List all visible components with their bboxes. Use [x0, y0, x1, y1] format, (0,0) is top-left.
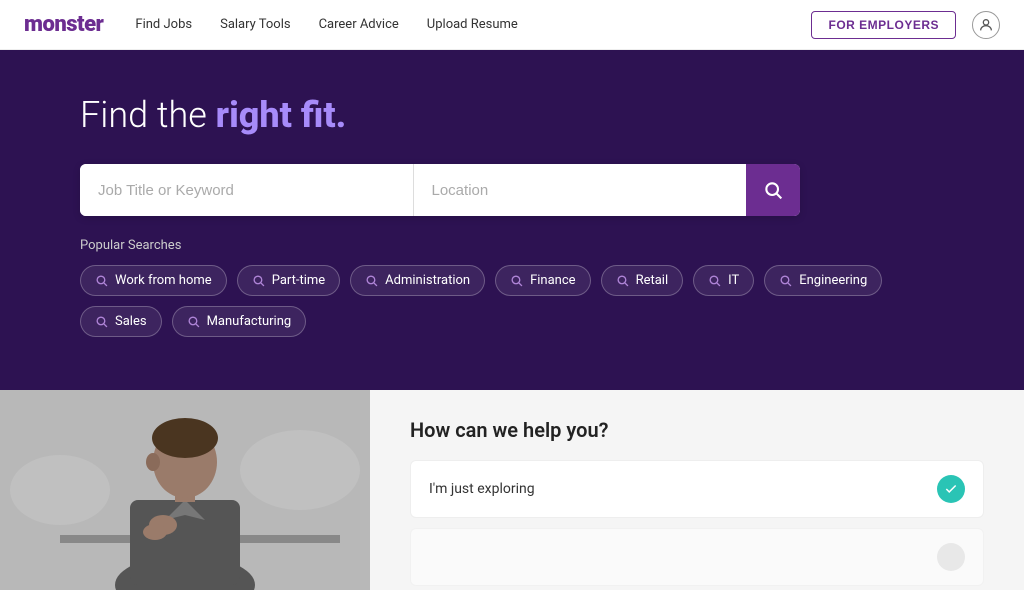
popular-tag[interactable]: Finance [495, 265, 590, 296]
tag-search-icon [365, 274, 378, 287]
popular-tag-label: Sales [115, 314, 147, 329]
tag-search-icon [510, 274, 523, 287]
popular-tag[interactable]: Work from home [80, 265, 227, 296]
popular-tag-label: Engineering [799, 273, 867, 288]
nav-salary-tools[interactable]: Salary Tools [220, 17, 291, 32]
brand-logo[interactable]: monster [24, 12, 103, 37]
for-employers-button[interactable]: FOR EMPLOYERS [811, 11, 956, 39]
popular-tags-container: Work from home Part-time Administration … [80, 265, 944, 337]
tag-search-icon [616, 274, 629, 287]
popular-tag[interactable]: Engineering [764, 265, 882, 296]
popular-tag[interactable]: IT [693, 265, 754, 296]
navbar: monster Find Jobs Salary Tools Career Ad… [0, 0, 1024, 50]
help-option-exploring[interactable]: I'm just exploring [410, 460, 984, 518]
tag-search-icon [252, 274, 265, 287]
nav-career-advice[interactable]: Career Advice [319, 17, 399, 32]
popular-tag-label: Retail [636, 273, 669, 288]
popular-tag-label: Administration [385, 273, 470, 288]
tag-search-icon [187, 315, 200, 328]
tag-search-icon [779, 274, 792, 287]
tag-search-icon [95, 274, 108, 287]
hero-headline: Find the right fit. [80, 94, 944, 136]
help-option-second-circle [937, 543, 965, 571]
popular-tag[interactable]: Sales [80, 306, 162, 337]
person-illustration [0, 390, 370, 590]
popular-tag-label: IT [728, 273, 739, 288]
how-help-title: How can we help you? [410, 418, 984, 442]
nav-upload-resume[interactable]: Upload Resume [427, 17, 518, 32]
popular-searches-label: Popular Searches [80, 238, 944, 253]
hero-headline-prefix: Find the [80, 94, 216, 136]
hero-headline-bold: right fit. [216, 94, 347, 136]
tag-search-icon [708, 274, 721, 287]
popular-tag-label: Finance [530, 273, 575, 288]
popular-tag-label: Work from home [115, 273, 212, 288]
nav-links: Find Jobs Salary Tools Career Advice Upl… [135, 17, 811, 32]
popular-tag[interactable]: Part-time [237, 265, 340, 296]
popular-tag[interactable]: Administration [350, 265, 485, 296]
hero-image [0, 390, 370, 590]
help-option-label: I'm just exploring [429, 481, 535, 497]
user-account-icon[interactable] [972, 11, 1000, 39]
popular-tag[interactable]: Retail [601, 265, 684, 296]
search-button[interactable] [746, 164, 800, 216]
tag-search-icon [95, 315, 108, 328]
popular-tag-label: Manufacturing [207, 314, 292, 329]
nav-find-jobs[interactable]: Find Jobs [135, 17, 192, 32]
person-photo [0, 390, 370, 590]
popular-tag[interactable]: Manufacturing [172, 306, 307, 337]
location-search-input[interactable] [414, 164, 747, 216]
how-help-section: How can we help you? I'm just exploring [370, 390, 1024, 590]
search-icon [763, 180, 783, 200]
keyword-search-input[interactable] [80, 164, 414, 216]
search-bar [80, 164, 800, 216]
bottom-section: How can we help you? I'm just exploring [0, 390, 1024, 590]
checkmark-icon [944, 482, 958, 496]
monster-logo-text: monster [24, 12, 103, 37]
popular-searches-section: Popular Searches Work from home Part-tim… [80, 238, 944, 337]
hero-section: Find the right fit. Popular Searches Wor… [0, 50, 1024, 390]
popular-tag-label: Part-time [272, 273, 325, 288]
help-option-circle [937, 475, 965, 503]
help-option-second[interactable] [410, 528, 984, 586]
